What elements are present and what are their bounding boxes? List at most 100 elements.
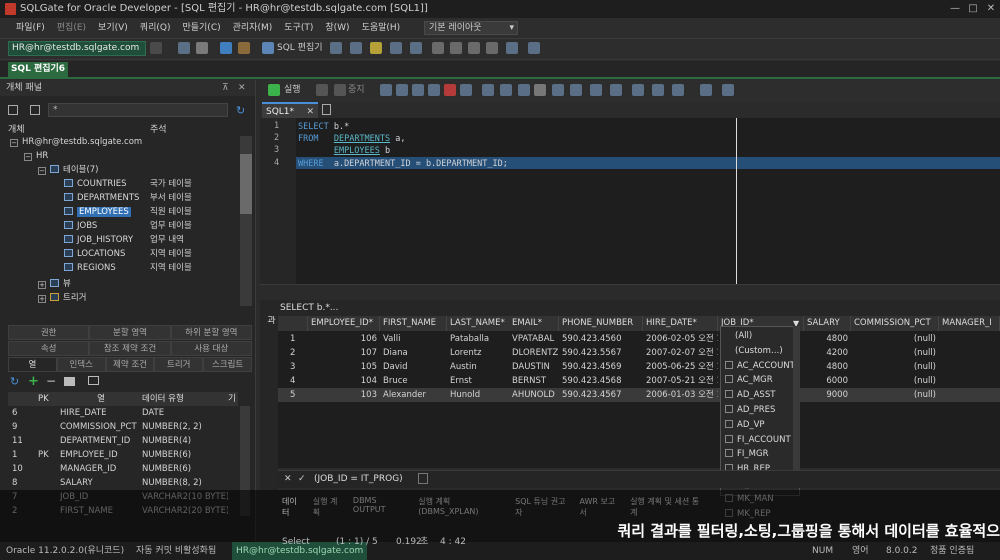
minimize-icon[interactable]: — bbox=[948, 2, 962, 16]
result-cell-col-employee-id[interactable]: 106 bbox=[308, 332, 380, 346]
checkbox-icon[interactable] bbox=[725, 434, 733, 443]
layout-icon-2[interactable] bbox=[450, 42, 462, 54]
checkbox-icon[interactable] bbox=[725, 405, 733, 413]
connect-icon[interactable] bbox=[178, 42, 190, 54]
tab-triggers[interactable]: 트리거 bbox=[154, 357, 204, 372]
checkbox-icon[interactable] bbox=[725, 360, 733, 369]
tree-item-tables[interactable]: − 테이블(7) bbox=[38, 163, 99, 177]
collapse-icon[interactable]: − bbox=[10, 139, 18, 147]
stop-icon[interactable] bbox=[334, 84, 346, 96]
editor-tool-icon-5[interactable] bbox=[444, 84, 456, 96]
tool-icon-3[interactable] bbox=[390, 42, 402, 54]
tool-icon-1[interactable] bbox=[330, 42, 342, 54]
expand-icon[interactable]: + bbox=[38, 295, 46, 303]
column-row[interactable]: 11 DEPARTMENT_ID NUMBER(4) bbox=[8, 434, 238, 448]
result-cell-col-last-name[interactable]: Pataballa bbox=[447, 332, 510, 346]
result-cell-col-commission[interactable]: (null) bbox=[851, 388, 939, 402]
layout-icon-4[interactable] bbox=[486, 42, 498, 54]
result-tab[interactable]: 실행 계획 및 세션 통계 bbox=[630, 496, 702, 517]
tree-item-locations[interactable]: LOCATIONS 지역 테이블 bbox=[64, 247, 244, 261]
col-last-name-header[interactable]: LAST_NAME* bbox=[447, 316, 510, 331]
editor-tool-icon-13[interactable] bbox=[610, 84, 622, 96]
editor-tool-icon-18[interactable] bbox=[722, 84, 734, 96]
result-cell-col-hire-date[interactable]: 2007-02-07 오전 12 bbox=[643, 346, 718, 360]
result-cell-col-phone[interactable]: 590.423.4568 bbox=[559, 374, 643, 388]
result-cell-col-first-name[interactable]: Alexander bbox=[380, 388, 447, 402]
refresh-icon[interactable]: ↻ bbox=[10, 375, 19, 388]
tree-item-departments[interactable]: DEPARTMENTS 부서 테이블 bbox=[64, 191, 244, 205]
checkbox-icon[interactable] bbox=[725, 390, 733, 399]
tab-properties[interactable]: 속성 bbox=[8, 341, 90, 356]
editor-tool-icon-16[interactable] bbox=[672, 84, 684, 96]
result-cell-col-employee-id[interactable]: 103 bbox=[308, 388, 380, 402]
result-cell-col-first-name[interactable]: David bbox=[380, 360, 447, 374]
collapse-icon[interactable]: − bbox=[38, 167, 46, 175]
connection-select[interactable]: HR@hr@testdb.sqlgate.com bbox=[8, 41, 146, 56]
result-tab[interactable]: DBMS OUTPUT bbox=[353, 496, 408, 514]
tree-item-regions[interactable]: REGIONS 지역 테이블 bbox=[64, 261, 244, 275]
filter-option[interactable]: FI_MGR bbox=[723, 447, 799, 461]
menu-window[interactable]: 창(W) bbox=[319, 18, 355, 38]
result-cell-col-last-name[interactable]: Lorentz bbox=[447, 346, 510, 360]
result-tab[interactable]: 실행 계획 bbox=[313, 496, 343, 517]
editor-tool-icon-8[interactable] bbox=[500, 84, 512, 96]
result-tab[interactable]: 데이터 bbox=[282, 496, 303, 517]
result-cell-col-email[interactable]: DLORENTZ bbox=[509, 346, 559, 360]
result-cell-col-employee-id[interactable]: 107 bbox=[308, 346, 380, 360]
editor-tool-icon-12[interactable] bbox=[590, 84, 602, 96]
result-cell-col-first-name[interactable]: Diana bbox=[380, 346, 447, 360]
tab-constraints[interactable]: 제약 조건 bbox=[105, 357, 155, 372]
tab-subpartitions[interactable]: 하위 분할 영역 bbox=[170, 325, 252, 340]
tab-sql-editor[interactable]: SQL 편집기6 bbox=[8, 62, 68, 77]
column-row[interactable]: 6 HIRE_DATE DATE bbox=[8, 406, 238, 420]
tab-sql1[interactable]: SQL1* ✕ bbox=[262, 102, 318, 118]
result-cell-col-last-name[interactable]: Austin bbox=[447, 360, 510, 374]
run-icon[interactable] bbox=[268, 84, 280, 96]
collapse-all-icon[interactable] bbox=[30, 105, 40, 115]
clear-filter-icon[interactable]: ✕ bbox=[284, 474, 292, 484]
menu-admin[interactable]: 관리자(M) bbox=[227, 18, 279, 38]
result-cell-col-salary[interactable]: 4800 bbox=[804, 332, 851, 346]
remove-icon[interactable]: − bbox=[46, 374, 56, 388]
comment-icon[interactable] bbox=[88, 376, 99, 385]
tab-used-by[interactable]: 사용 대상 bbox=[170, 341, 252, 356]
result-cell-col-commission[interactable]: (null) bbox=[851, 360, 939, 374]
editor-tool-icon-2[interactable] bbox=[396, 84, 408, 96]
filter-option[interactable]: FI_ACCOUNT bbox=[723, 433, 799, 447]
layout-icon-3[interactable] bbox=[468, 42, 480, 54]
tree-item-triggers[interactable]: + 트리거 bbox=[38, 291, 86, 305]
result-cell-col-email[interactable]: VPATABAL bbox=[509, 332, 559, 346]
stop-button[interactable]: 중지 bbox=[348, 84, 365, 96]
col-email-header[interactable]: EMAIL* bbox=[509, 316, 559, 331]
maximize-icon[interactable]: □ bbox=[966, 2, 980, 16]
result-cell-col-phone[interactable]: 590.423.4569 bbox=[559, 360, 643, 374]
editor-tool-icon-4[interactable] bbox=[428, 84, 440, 96]
result-cell-col-hire-date[interactable]: 2006-02-05 오전 12 bbox=[643, 332, 718, 346]
commit-icon[interactable] bbox=[220, 42, 232, 54]
column-row[interactable]: 8 SALARY NUMBER(8, 2) bbox=[8, 476, 238, 490]
editor-tool-icon-3[interactable] bbox=[412, 84, 424, 96]
editor-tool-icon-15[interactable] bbox=[652, 84, 664, 96]
editor-tool-icon-7[interactable] bbox=[482, 84, 494, 96]
close-panel-icon[interactable]: ✕ bbox=[238, 83, 246, 93]
editor-tool-icon-11[interactable] bbox=[570, 84, 582, 96]
result-cell-col-salary[interactable]: 9000 bbox=[804, 388, 851, 402]
result-cell-col-hire-date[interactable]: 2005-06-25 오전 12 bbox=[643, 360, 718, 374]
tree-item-jobs[interactable]: JOBS 업무 테이블 bbox=[64, 219, 244, 233]
editor-tool-icon-10[interactable] bbox=[552, 84, 564, 96]
expand-all-icon[interactable] bbox=[8, 105, 18, 115]
print-icon[interactable] bbox=[64, 377, 75, 386]
checkbox-icon[interactable] bbox=[725, 449, 733, 458]
result-cell-col-phone[interactable]: 590.423.4560 bbox=[559, 332, 643, 346]
dropdown-icon[interactable] bbox=[150, 42, 162, 54]
result-cell-col-first-name[interactable]: Bruce bbox=[380, 374, 447, 388]
result-cell-row-number[interactable]: 2 bbox=[278, 346, 308, 360]
menu-help[interactable]: 도움말(H) bbox=[356, 18, 407, 38]
result-cell-col-email[interactable]: DAUSTIN bbox=[509, 360, 559, 374]
result-cell-col-hire-date[interactable]: 2007-05-21 오전 12 bbox=[643, 374, 718, 388]
tree-item-countries[interactable]: COUNTRIES 국가 테이블 bbox=[64, 177, 244, 191]
filter-option[interactable]: AC_MGR bbox=[723, 373, 799, 387]
result-cell-col-commission[interactable]: (null) bbox=[851, 374, 939, 388]
splitter[interactable] bbox=[260, 284, 1000, 300]
checkbox-icon[interactable] bbox=[725, 375, 733, 384]
